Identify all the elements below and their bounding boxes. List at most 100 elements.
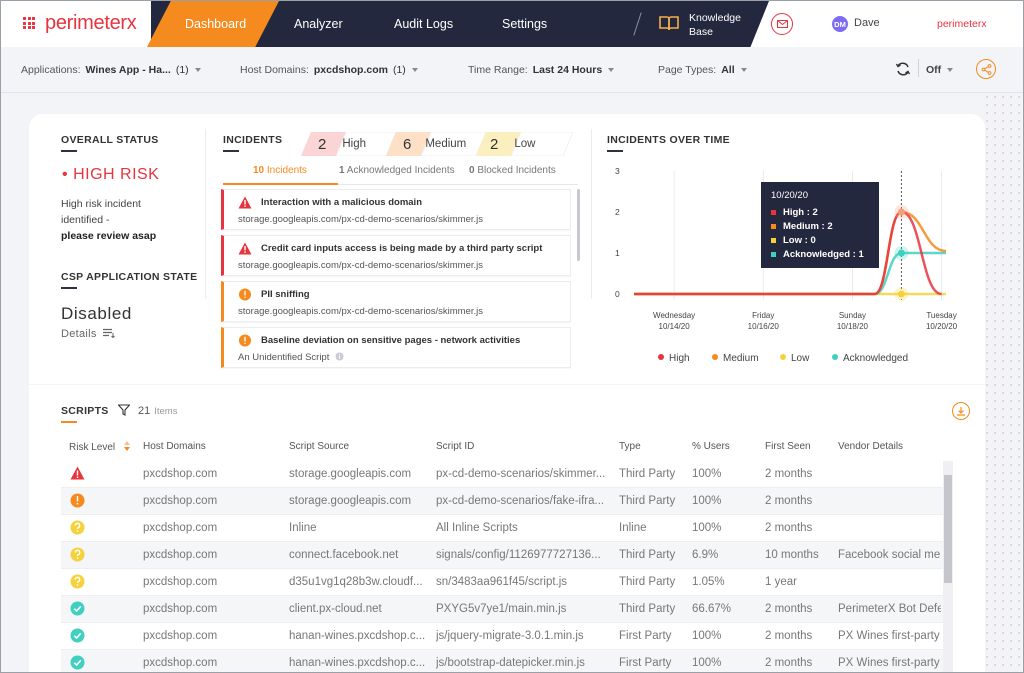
column-header-first-seen[interactable]: First Seen <box>765 441 811 452</box>
time-label: Time Range: <box>468 64 528 76</box>
table-row[interactable]: pxcdshop.com storage.googleapis.com px-cd-… <box>61 461 943 488</box>
tooltip-value: High : 2 <box>783 206 818 218</box>
legend-dot <box>780 354 786 360</box>
incident-item[interactable]: Credit card inputs access is being made … <box>221 235 571 276</box>
host-domains-filter[interactable]: Host Domains: pxcdshop.com (1) <box>240 64 418 76</box>
title-underline <box>61 150 77 152</box>
details-link[interactable]: Details <box>61 328 115 340</box>
cell-seen: 2 months <box>765 603 813 615</box>
incident-item[interactable]: Baseline deviation on sensitive pages - … <box>221 327 571 368</box>
page-value: All <box>721 64 735 76</box>
tab-blocked[interactable]: 0 Blocked Incidents <box>469 165 556 176</box>
nav-tab-settings[interactable]: Settings <box>502 17 547 31</box>
x-tick-weekday: Wednesday <box>653 311 695 320</box>
table-row[interactable]: pxcdshop.com d35u1vg1q28b3w.cloudf... sn/3… <box>61 569 943 596</box>
column-header-users[interactable]: % Users <box>692 441 730 452</box>
csp-state-title: CSP APPLICATION STATE <box>61 271 198 283</box>
active-tab-underline <box>223 183 338 185</box>
incident-list-scrollbar[interactable] <box>577 189 580 261</box>
cell-users: 1.05% <box>692 576 725 588</box>
warning-circle-icon <box>238 334 252 347</box>
x-tick-date: 10/18/20 <box>837 322 869 331</box>
tab-incidents[interactable]: 10 Incidents <box>253 165 307 176</box>
user-name[interactable]: Dave <box>854 17 880 29</box>
app-window: perimeterx Dashboard Analyzer Audit Logs… <box>0 0 1024 673</box>
risk-desc-line1: High risk incident <box>61 198 141 210</box>
incident-item[interactable]: PII sniffing storage.googleapis.com/px-c… <box>221 281 571 322</box>
incident-title: Credit card inputs access is being made … <box>261 243 543 254</box>
cell-host: pxcdshop.com <box>143 576 218 588</box>
page-types-filter[interactable]: Page Types: All <box>658 64 747 76</box>
apps-grid-icon[interactable] <box>23 17 35 29</box>
legend-acknowledged[interactable]: Acknowledged <box>832 353 908 364</box>
tab-label: Acknowledged Incidents <box>346 165 455 176</box>
overall-status-title: OVERALL STATUS <box>61 134 159 146</box>
share-button[interactable] <box>976 59 996 79</box>
legend-low[interactable]: Low <box>780 353 809 364</box>
book-icon[interactable] <box>659 15 679 31</box>
cell-host: pxcdshop.com <box>143 522 218 534</box>
risk-low-icon <box>70 574 85 589</box>
y-tick-label: 0 <box>615 289 620 299</box>
info-icon[interactable] <box>335 352 344 361</box>
high-count-badge[interactable]: 2 High <box>314 132 366 156</box>
mail-button[interactable] <box>771 13 793 35</box>
legend-medium[interactable]: Medium <box>712 353 759 364</box>
cell-source: d35u1vg1q28b3w.cloudf... <box>289 576 423 588</box>
auto-refresh-toggle[interactable]: Off <box>926 64 954 76</box>
column-header-id[interactable]: Script ID <box>436 441 474 452</box>
low-count-badge[interactable]: 2 Low <box>488 132 535 156</box>
table-scrollbar-thumb[interactable] <box>944 475 952 583</box>
cell-id: px-cd-demo-scenarios/fake-ifra... <box>436 495 605 507</box>
nav-tab-dashboard[interactable]: Dashboard <box>185 17 246 31</box>
cell-vendor: PX Wines first-party <box>838 630 940 642</box>
incident-source: storage.googleapis.com/px-cd-demo-scenar… <box>238 260 483 271</box>
filter-icon[interactable] <box>118 404 130 416</box>
logo[interactable]: perimeterx <box>45 12 137 35</box>
nav-tab-audit-logs[interactable]: Audit Logs <box>394 17 453 31</box>
incident-title: Baseline deviation on sensitive pages - … <box>261 335 521 346</box>
refresh-icon[interactable] <box>895 61 911 77</box>
items-count-label: Items <box>154 406 178 417</box>
cell-host: pxcdshop.com <box>143 495 218 507</box>
avatar[interactable]: DM <box>832 16 848 32</box>
incident-source-text: An Unidentified Script <box>238 352 330 363</box>
medium-count: 6 <box>403 135 412 153</box>
legend-dot <box>658 354 664 360</box>
incident-item[interactable]: Interaction with a malicious domain stor… <box>221 189 571 230</box>
tab-label: Blocked Incidents <box>477 165 556 176</box>
column-header-type[interactable]: Type <box>619 441 641 452</box>
tooltip-swatch <box>771 223 776 229</box>
column-header-host[interactable]: Host Domains <box>143 441 206 452</box>
tooltip-value: Low : 0 <box>783 234 816 246</box>
host-value: pxcdshop.com <box>313 64 388 76</box>
download-button[interactable] <box>952 402 970 420</box>
medium-count-badge[interactable]: 6 Medium <box>401 132 466 156</box>
column-header-risk[interactable]: Risk Level <box>69 441 131 453</box>
tab-count: 10 <box>253 165 265 176</box>
table-row[interactable]: pxcdshop.com client.px-cloud.net PXYG5v7ye… <box>61 596 943 623</box>
legend-high[interactable]: High <box>658 353 690 364</box>
cell-type: Inline <box>619 522 647 534</box>
table-row[interactable]: pxcdshop.com hanan-wines.pxcdshop.c... js/… <box>61 650 943 672</box>
table-row[interactable]: pxcdshop.com hanan-wines.pxcdshop.c... js/… <box>61 623 943 650</box>
legend-label: Low <box>791 353 810 364</box>
column-header-vendor[interactable]: Vendor Details <box>838 441 903 452</box>
table-row[interactable]: pxcdshop.com connect.facebook.net signals/… <box>61 542 943 569</box>
tab-acknowledged[interactable]: 1 Acknowledged Incidents <box>339 165 455 176</box>
applications-filter[interactable]: Applications: Wines App - Ha... (1) <box>21 64 201 76</box>
incident-source: An Unidentified Script <box>238 352 344 363</box>
nav-tab-analyzer[interactable]: Analyzer <box>294 17 343 31</box>
mail-icon <box>776 20 788 28</box>
incidents-title: INCIDENTS <box>223 134 283 146</box>
cell-host: pxcdshop.com <box>143 549 218 561</box>
knowledge-base-link[interactable]: Knowledge Base <box>689 11 741 39</box>
time-range-filter[interactable]: Time Range: Last 24 Hours <box>468 64 615 76</box>
legend-label: High <box>669 353 690 364</box>
y-tick-label: 2 <box>615 207 620 217</box>
sort-icon <box>123 441 130 451</box>
table-row[interactable]: pxcdshop.com storage.googleapis.com px-cd-… <box>61 488 943 515</box>
table-row[interactable]: pxcdshop.com Inline All Inline Scripts Inli… <box>61 515 943 542</box>
column-header-source[interactable]: Script Source <box>289 441 349 452</box>
incident-list: Interaction with a malicious domain stor… <box>221 189 571 369</box>
